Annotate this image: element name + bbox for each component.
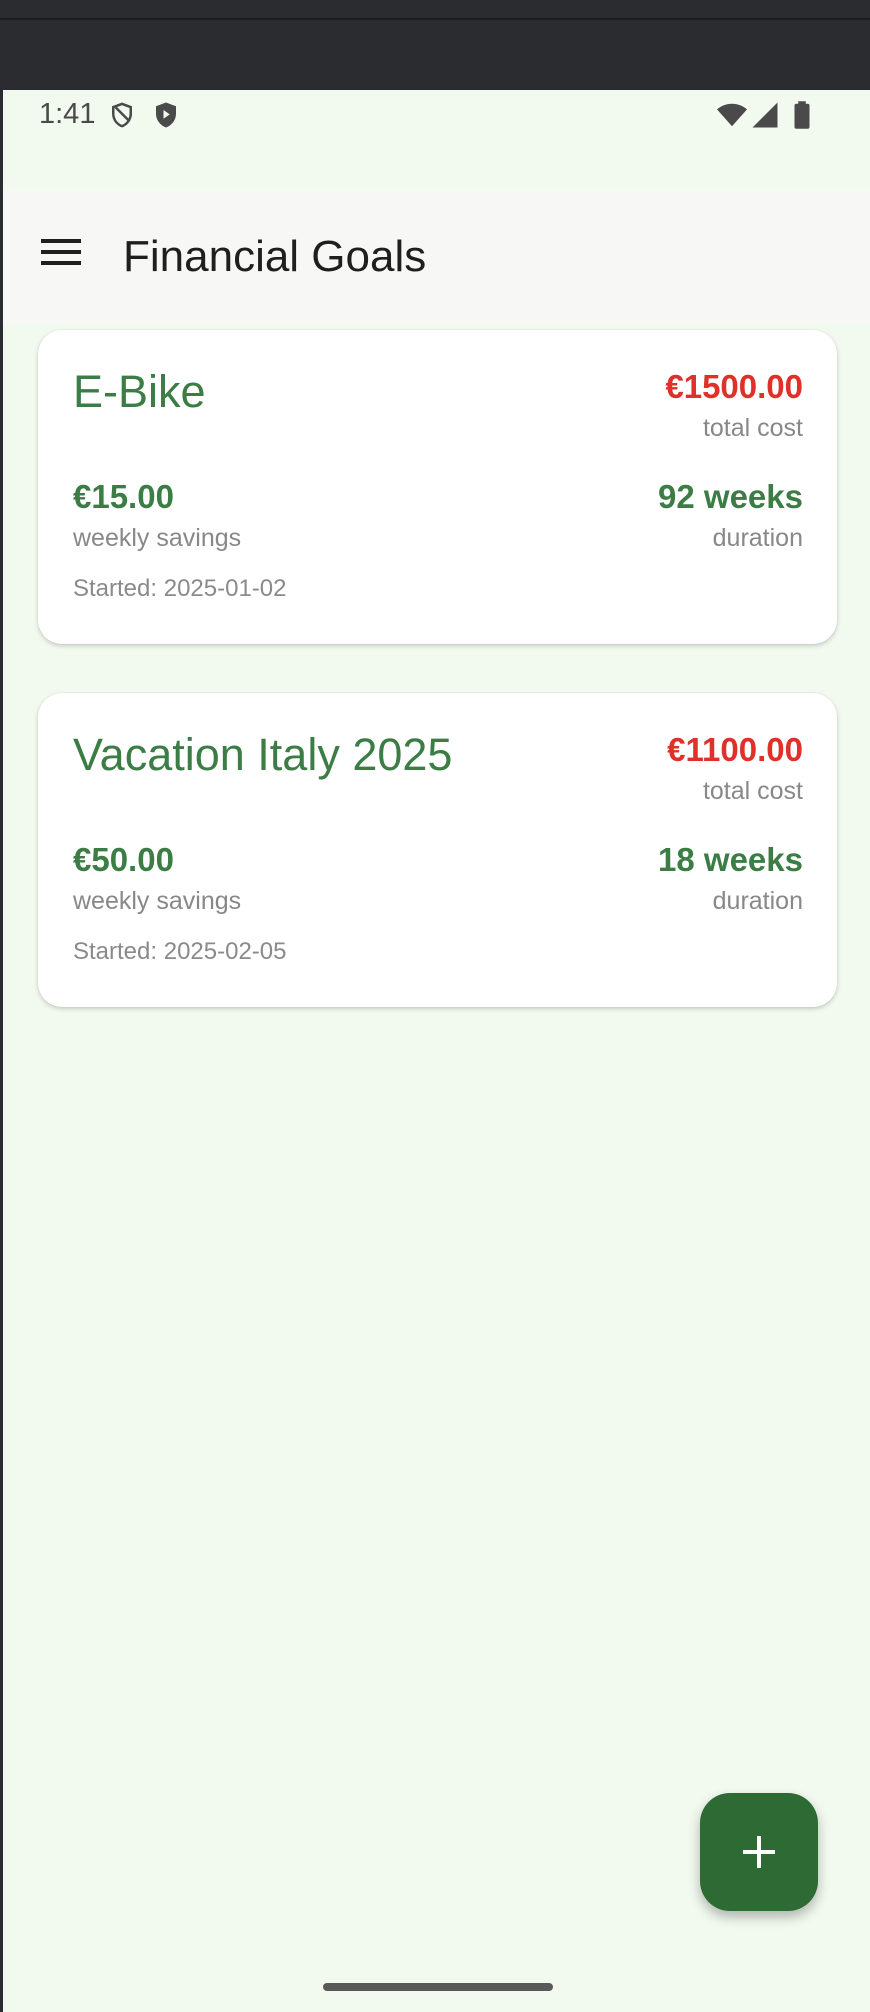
goal-total-cost: €1100.00 xyxy=(667,731,803,768)
add-goal-button[interactable] xyxy=(700,1793,818,1911)
battery-icon xyxy=(794,101,810,129)
goal-start-date: Started: 2025-02-05 xyxy=(73,938,287,965)
goal-total-cost-label: total cost xyxy=(702,777,803,805)
device-top-bezel xyxy=(0,0,870,90)
goal-weekly-savings-label: weekly savings xyxy=(73,887,242,915)
goal-total-cost: €1500.00 xyxy=(665,368,803,405)
goal-weekly-savings: €15.00 xyxy=(73,478,174,515)
status-bar: 1:41 xyxy=(3,90,870,190)
app-screen: 1:41 Financial Goals E-Bike €1500.00 tot… xyxy=(3,90,870,2012)
hamburger-menu-icon xyxy=(41,239,81,265)
goal-duration: 92 weeks xyxy=(658,478,803,515)
bezel-divider xyxy=(0,18,870,20)
app-bar: Financial Goals xyxy=(3,190,870,323)
goal-duration-label: duration xyxy=(712,887,803,915)
shield-outline-icon xyxy=(112,102,132,128)
goal-duration-label: duration xyxy=(712,524,803,552)
goal-weekly-savings-label: weekly savings xyxy=(73,524,242,552)
goal-weekly-savings: €50.00 xyxy=(73,841,174,878)
plus-icon xyxy=(743,1836,775,1868)
goal-name: E-Bike xyxy=(73,366,206,417)
play-shield-icon xyxy=(156,102,176,128)
goal-card-vacation-italy[interactable]: Vacation Italy 2025 €1100.00 total cost … xyxy=(38,693,837,1007)
goal-duration: 18 weeks xyxy=(658,841,803,878)
goal-start-date: Started: 2025-01-02 xyxy=(73,575,287,602)
home-indicator[interactable] xyxy=(323,1983,553,1991)
page-title: Financial Goals xyxy=(123,232,427,281)
goal-card-e-bike[interactable]: E-Bike €1500.00 total cost €15.00 weekly… xyxy=(38,330,837,644)
goal-total-cost-label: total cost xyxy=(702,414,803,442)
goal-name: Vacation Italy 2025 xyxy=(73,729,453,780)
wifi-icon xyxy=(717,103,747,127)
signal-icon xyxy=(752,102,778,128)
status-time: 1:41 xyxy=(39,98,96,130)
hamburger-menu-button[interactable] xyxy=(29,220,93,284)
